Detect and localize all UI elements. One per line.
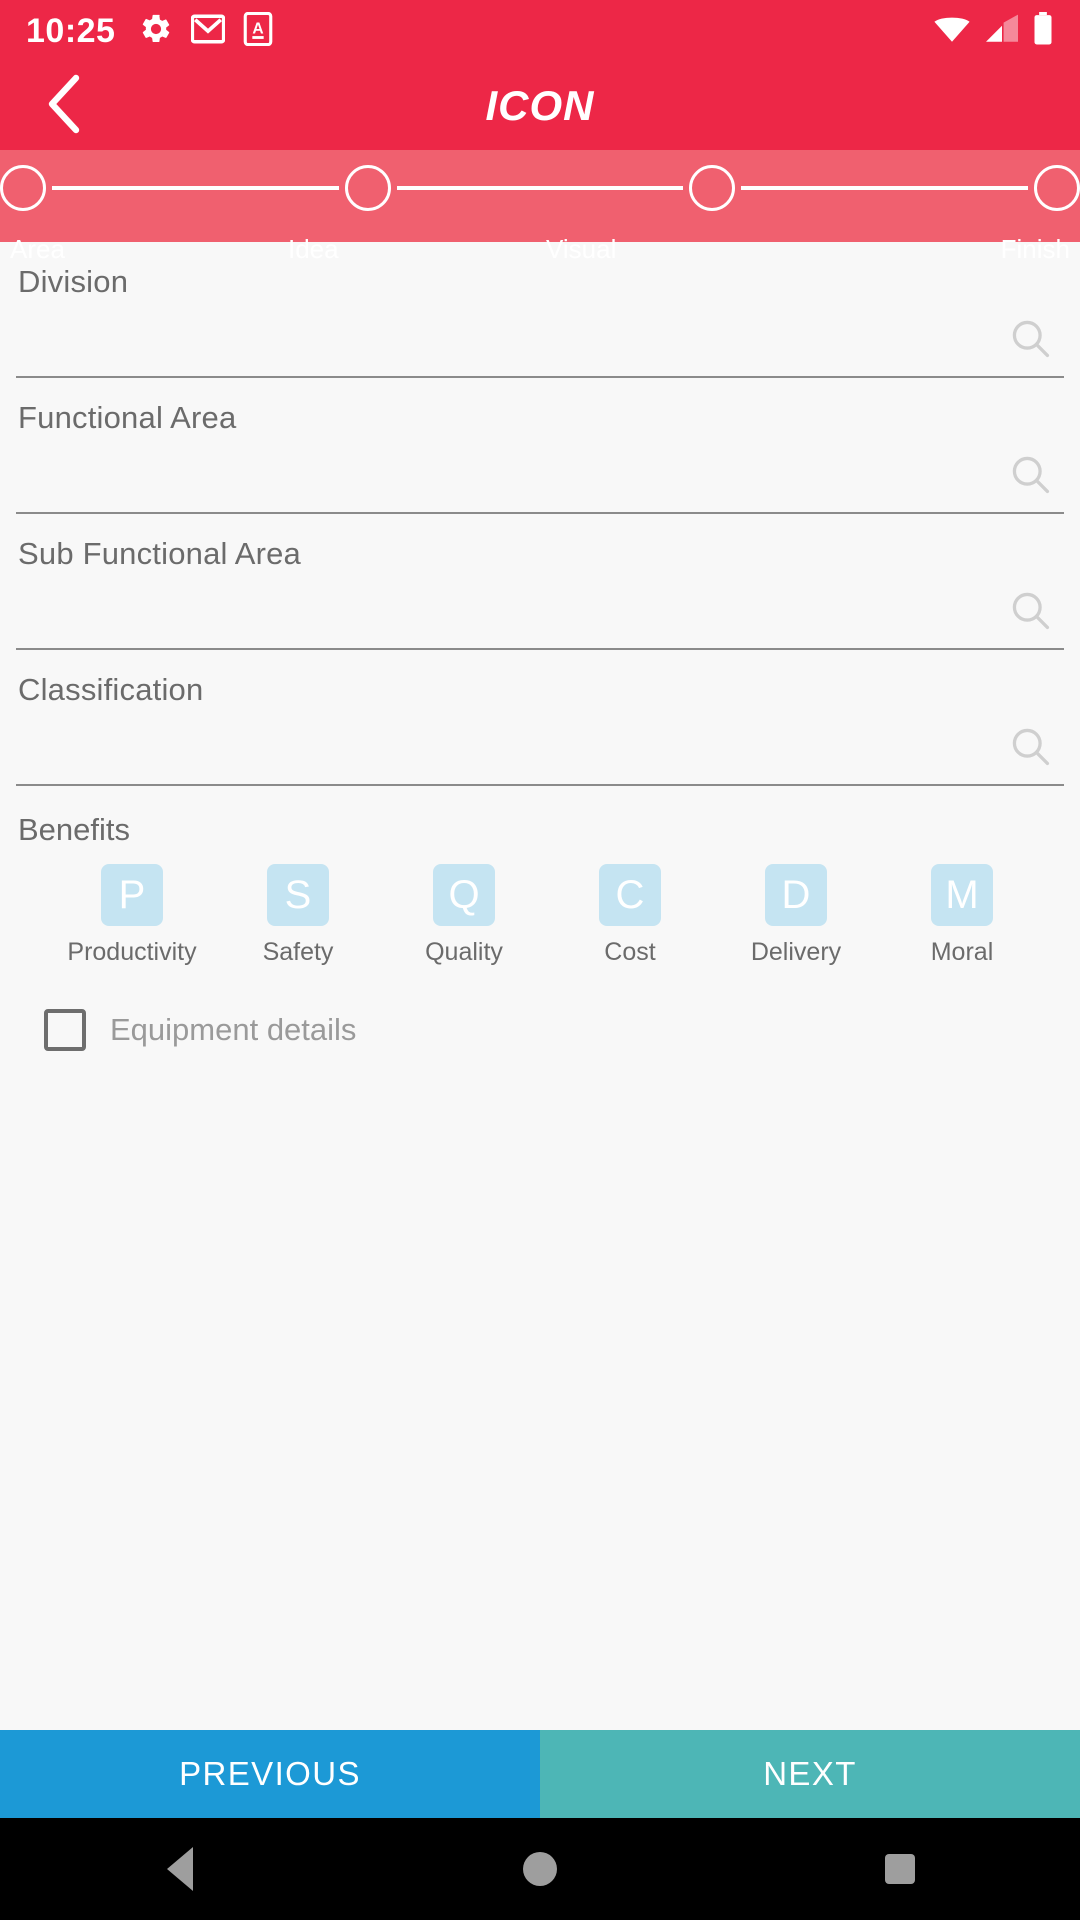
stepper-step-visual[interactable]: [689, 165, 736, 211]
form-content: Division Functional Area Sub Functional …: [0, 242, 1080, 1730]
gear-icon: [139, 12, 173, 51]
equipment-details-label: Equipment details: [110, 1012, 357, 1047]
wifi-icon: [932, 13, 972, 50]
status-bar-notification-icons: A: [139, 11, 273, 51]
benefit-label: Cost: [604, 938, 656, 966]
step-circle-icon: [689, 165, 736, 211]
back-button[interactable]: [34, 74, 94, 139]
step-circle-icon: [344, 165, 391, 211]
sub-functional-area-input[interactable]: [16, 593, 1064, 627]
nav-home-button[interactable]: [480, 1852, 600, 1886]
benefit-cost[interactable]: C Cost: [564, 864, 696, 967]
field-input-division[interactable]: [16, 300, 1064, 378]
stepper-step-idea[interactable]: [344, 165, 391, 211]
app-screen: 10:25 A ICON Area Idea Visual Finish Div…: [0, 0, 1080, 1920]
benefit-quality[interactable]: Q Quality: [398, 864, 530, 967]
field-label-sub-functional-area: Sub Functional Area: [18, 536, 301, 571]
progress-stepper: Area Idea Visual Finish: [0, 150, 1080, 262]
stepper-connector: [52, 186, 339, 190]
field-input-classification[interactable]: [16, 708, 1064, 786]
stepper-track: [0, 163, 1080, 213]
field-classification: Classification: [16, 650, 1064, 786]
benefit-label: Safety: [262, 938, 334, 966]
next-button[interactable]: NEXT: [540, 1730, 1080, 1818]
nav-recents-button[interactable]: [840, 1854, 960, 1884]
field-division: Division: [16, 242, 1064, 378]
benefit-label: Moral: [930, 938, 994, 966]
status-bar: 10:25 A: [0, 0, 1080, 62]
benefit-badge-icon: S: [267, 864, 329, 926]
stepper-label-visual: Visual: [546, 234, 617, 264]
android-navigation-bar: [0, 1818, 1080, 1920]
status-bar-clock: 10:25: [26, 12, 116, 50]
benefits-section: Benefits P Productivity S Safety Q Quali…: [16, 786, 1064, 967]
step-circle-icon: [1034, 165, 1080, 211]
field-label-division: Division: [18, 264, 129, 299]
stepper-connector: [396, 186, 684, 190]
classification-input[interactable]: [16, 729, 1064, 763]
cellular-signal-icon: [984, 13, 1020, 50]
field-label-functional-area: Functional Area: [18, 400, 237, 435]
step-circle-icon: [0, 165, 46, 211]
stepper-connector: [741, 186, 1029, 190]
checkbox-unchecked-icon[interactable]: [44, 1009, 86, 1051]
field-input-sub-functional-area[interactable]: [16, 572, 1064, 650]
stepper-label-idea: Idea: [288, 234, 339, 264]
square-recents-icon: [885, 1854, 915, 1884]
triangle-back-icon: [167, 1847, 193, 1891]
previous-button[interactable]: PREVIOUS: [0, 1730, 540, 1818]
field-label-classification: Classification: [18, 672, 204, 707]
status-bar-system-icons: [932, 11, 1054, 51]
field-sub-functional-area: Sub Functional Area: [16, 514, 1064, 650]
circle-home-icon: [523, 1852, 557, 1886]
benefit-label: Productivity: [67, 938, 197, 966]
stepper-label-area: Area: [10, 234, 65, 264]
benefit-badge-icon: Q: [433, 864, 495, 926]
stepper-step-finish[interactable]: [1034, 165, 1080, 211]
svg-text:A: A: [253, 20, 264, 37]
benefit-label: Quality: [425, 938, 503, 966]
nav-back-button[interactable]: [120, 1847, 240, 1891]
app-a-icon: A: [243, 11, 273, 51]
search-icon[interactable]: [1008, 588, 1052, 632]
field-functional-area: Functional Area: [16, 378, 1064, 514]
benefit-badge-icon: D: [765, 864, 827, 926]
field-input-functional-area[interactable]: [16, 436, 1064, 514]
equipment-details-checkbox-row[interactable]: Equipment details: [16, 967, 1064, 1051]
app-bar: ICON: [0, 62, 1080, 150]
benefit-badge-icon: C: [599, 864, 661, 926]
benefit-delivery[interactable]: D Delivery: [730, 864, 862, 967]
gmail-icon: [191, 14, 226, 49]
search-icon[interactable]: [1008, 452, 1052, 496]
footer-buttons: PREVIOUS NEXT: [0, 1730, 1080, 1818]
benefit-label: Delivery: [750, 938, 842, 966]
benefits-label: Benefits: [18, 812, 131, 847]
functional-area-input[interactable]: [16, 457, 1064, 491]
benefit-badge-icon: P: [101, 864, 163, 926]
search-icon[interactable]: [1008, 316, 1052, 360]
benefit-safety[interactable]: S Safety: [232, 864, 364, 967]
benefit-badge-icon: M: [931, 864, 993, 926]
stepper-step-area[interactable]: [0, 165, 46, 211]
page-title: ICON: [485, 82, 595, 129]
benefits-list: P Productivity S Safety Q Quality C Cost…: [16, 864, 1064, 967]
stepper-label-finish: Finish: [1000, 234, 1070, 264]
chevron-left-icon: [42, 74, 86, 139]
battery-icon: [1032, 11, 1054, 51]
benefit-productivity[interactable]: P Productivity: [66, 864, 198, 967]
search-icon[interactable]: [1008, 724, 1052, 768]
benefit-moral[interactable]: M Moral: [896, 864, 1028, 967]
division-input[interactable]: [16, 321, 1064, 355]
